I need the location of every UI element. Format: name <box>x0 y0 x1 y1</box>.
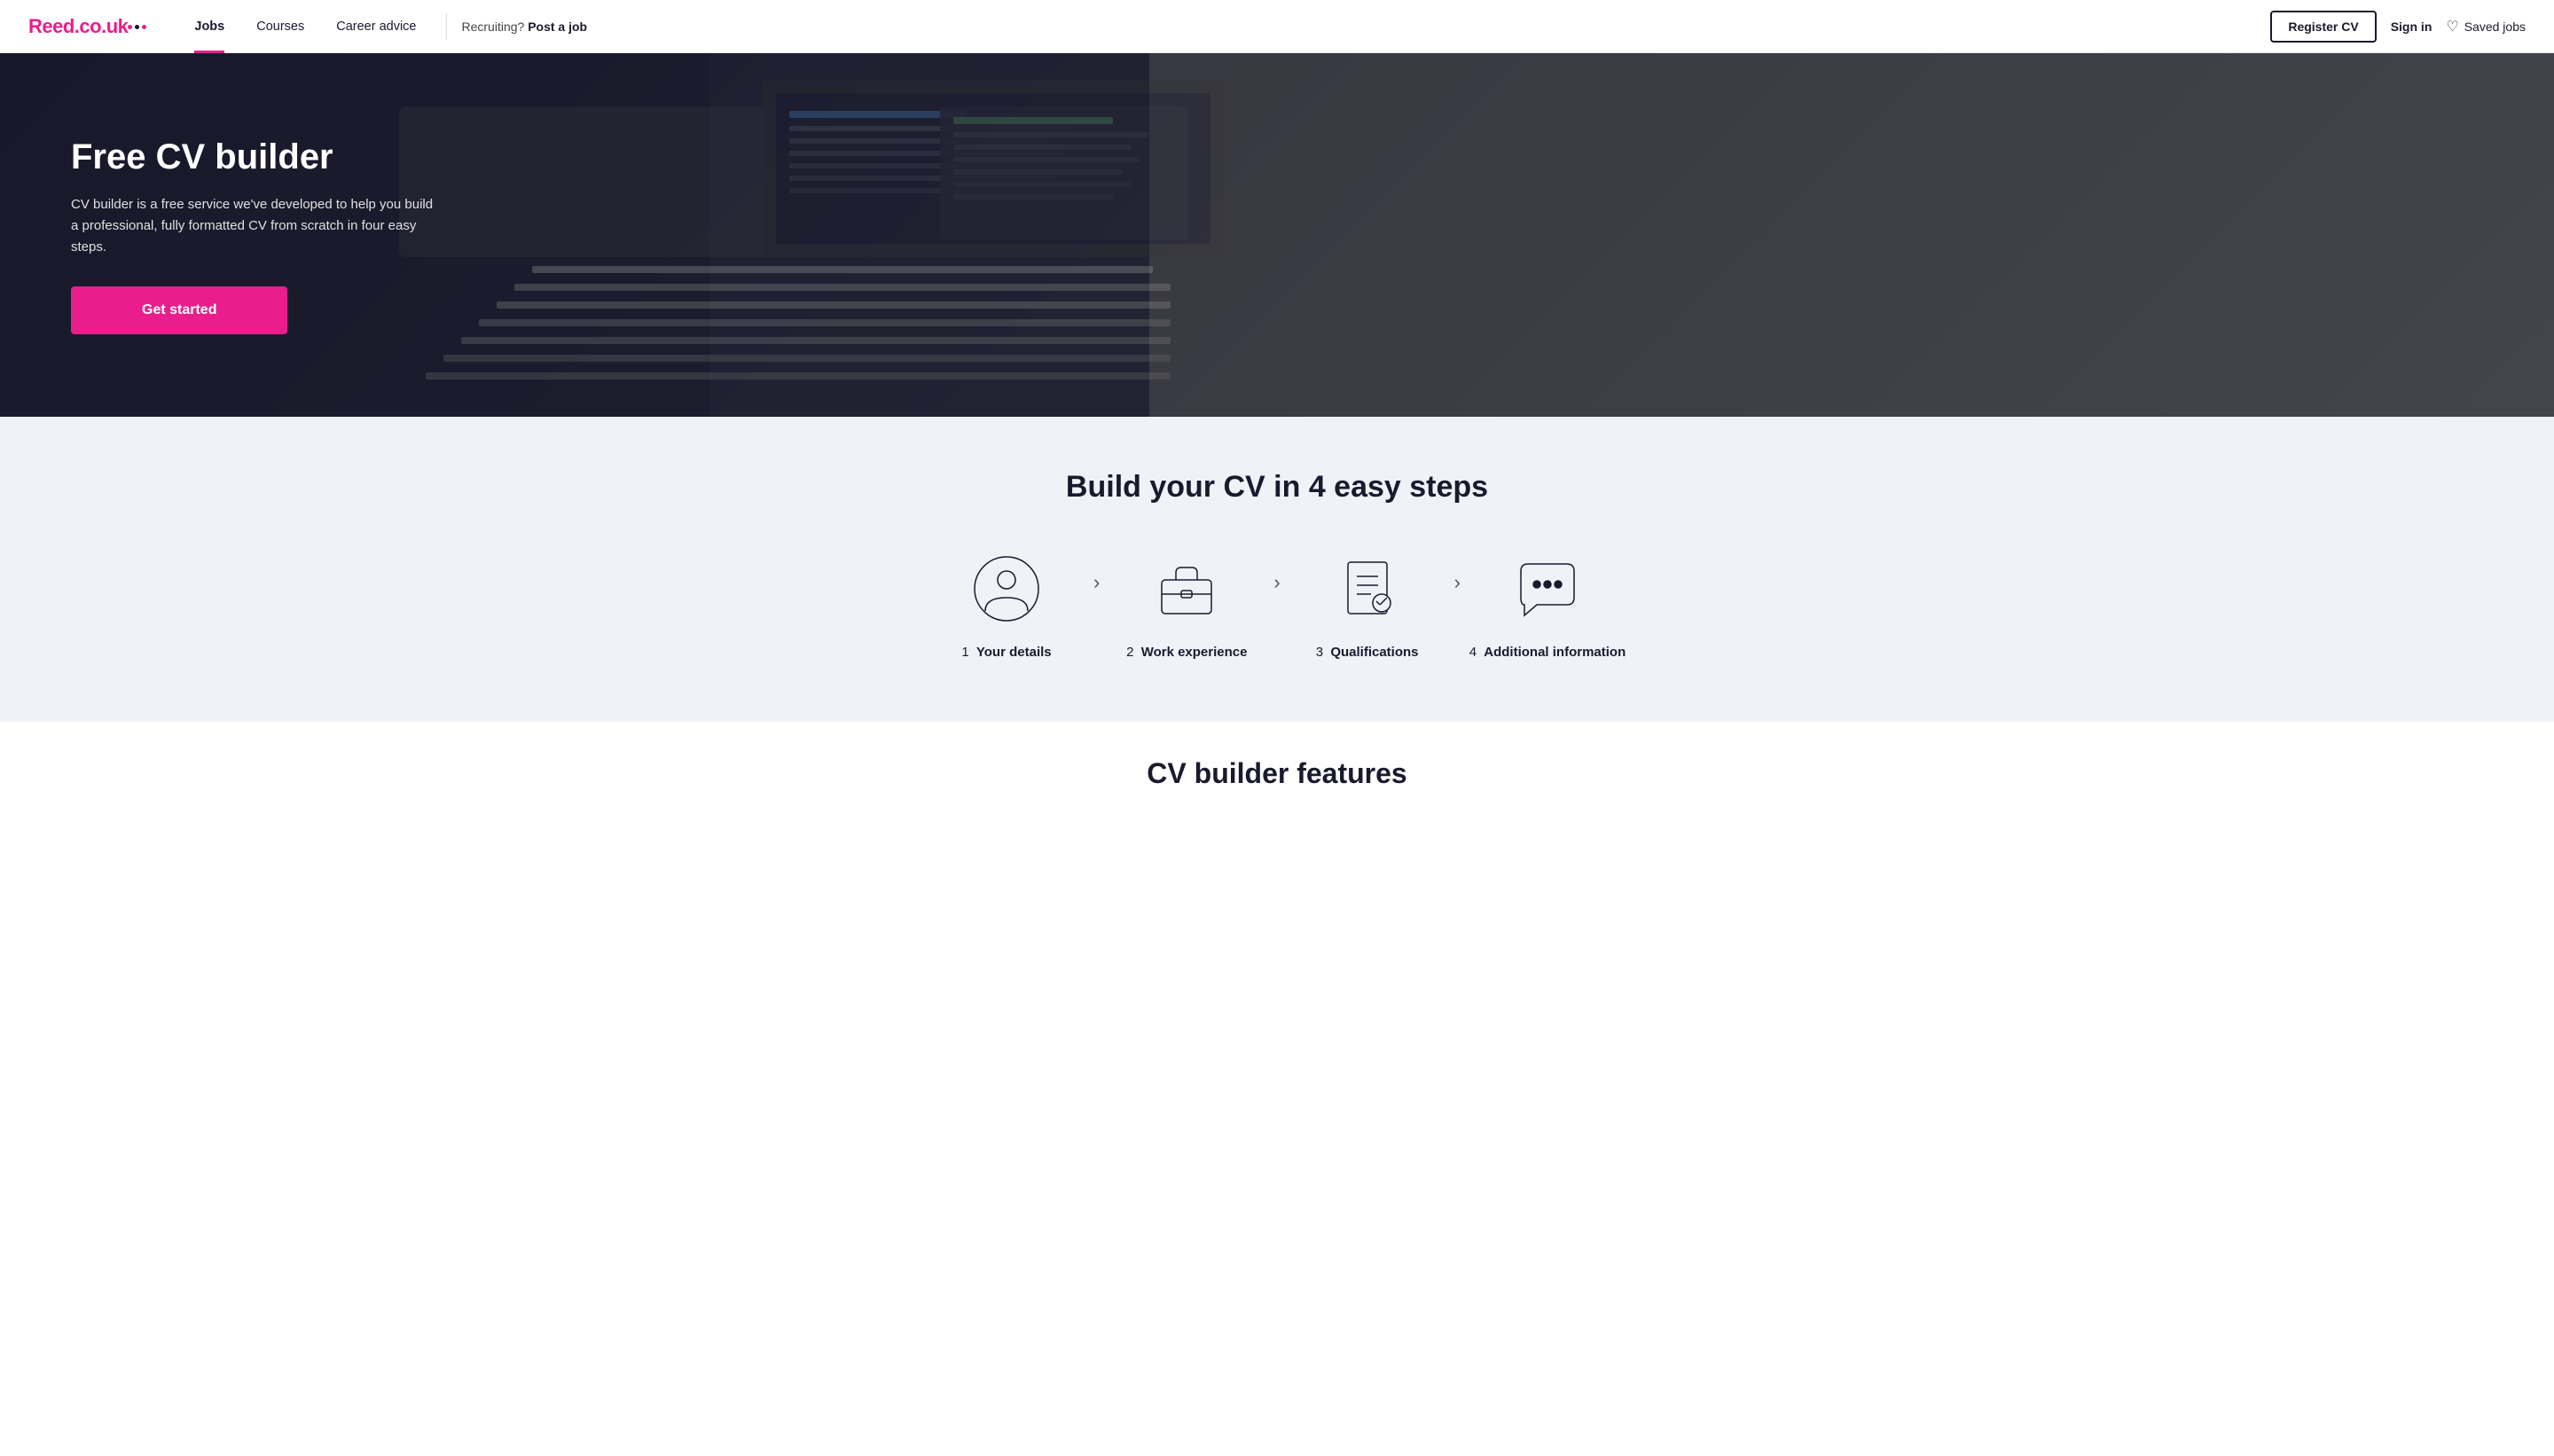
header-actions: Register CV Sign in ♡ Saved jobs <box>2270 11 2526 43</box>
step-2: 2 Work experience <box>1107 549 1266 660</box>
main-nav: Jobs Courses Career advice Recruiting? P… <box>178 0 2270 53</box>
step-3: 3 Qualifications <box>1288 549 1447 660</box>
step-4-label: 4 Additional information <box>1469 645 1626 660</box>
step-3-label: 3 Qualifications <box>1316 645 1419 660</box>
hero-subtitle: CV builder is a free service we've devel… <box>71 194 443 258</box>
bottom-teaser-section: CV builder features <box>0 722 2554 808</box>
step-1-icon <box>967 549 1046 629</box>
step-3-icon <box>1328 549 1407 629</box>
step-4: 4 Additional information <box>1468 549 1627 660</box>
logo-dots <box>128 25 146 29</box>
steps-title: Build your CV in 4 easy steps <box>28 470 2526 505</box>
post-job-link[interactable]: Post a job <box>528 20 587 34</box>
bottom-teaser-title: CV builder features <box>28 757 2526 790</box>
logo[interactable]: Reed.co.uk <box>28 15 146 38</box>
step-1-label: 1 Your details <box>961 645 1051 660</box>
recruiting-text: Recruiting? Post a job <box>461 20 587 34</box>
step-arrow-2: › <box>1273 571 1280 594</box>
nav-item-courses[interactable]: Courses <box>240 0 320 53</box>
nav-divider <box>446 13 447 40</box>
site-header: Reed.co.uk Jobs Courses Career advice Re… <box>0 0 2554 53</box>
step-2-label: 2 Work experience <box>1126 645 1247 660</box>
nav-item-jobs[interactable]: Jobs <box>178 0 240 53</box>
step-2-icon <box>1147 549 1226 629</box>
get-started-button[interactable]: Get started <box>71 286 287 334</box>
step-arrow-1: › <box>1093 571 1100 594</box>
sign-in-button[interactable]: Sign in <box>2391 20 2433 34</box>
hero-content: Free CV builder CV builder is a free ser… <box>0 136 514 334</box>
heart-icon: ♡ <box>2446 18 2458 35</box>
steps-row: 1 Your details › 2 Wo <box>878 549 1676 660</box>
step-4-icon <box>1508 549 1587 629</box>
register-cv-button[interactable]: Register CV <box>2270 11 2376 43</box>
saved-jobs-link[interactable]: ♡ Saved jobs <box>2446 18 2526 35</box>
step-arrow-3: › <box>1454 571 1461 594</box>
steps-section: Build your CV in 4 easy steps 1 Your det… <box>0 417 2554 722</box>
step-1: 1 Your details <box>927 549 1086 660</box>
hero-section: Free CV builder CV builder is a free ser… <box>0 53 2554 417</box>
logo-text: Reed.co.uk <box>28 15 128 38</box>
nav-item-career-advice[interactable]: Career advice <box>320 0 432 53</box>
hero-title: Free CV builder <box>71 136 443 178</box>
